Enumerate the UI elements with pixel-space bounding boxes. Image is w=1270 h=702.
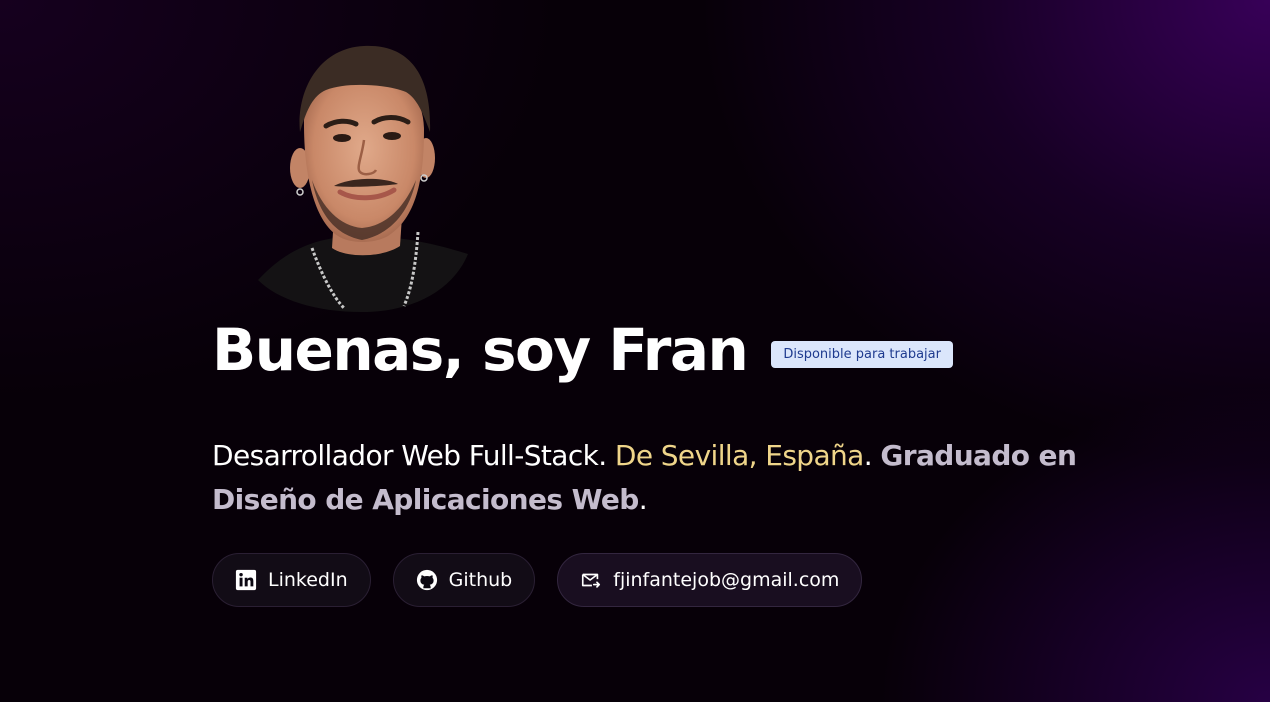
subtitle-role: Desarrollador Web Full-Stack.: [212, 439, 607, 472]
avatar-photo: [258, 45, 468, 312]
linkedin-link[interactable]: LinkedIn: [212, 553, 371, 607]
page-title: Buenas, soy Fran: [212, 316, 749, 384]
avatar: [256, 40, 468, 312]
subtitle-period: .: [863, 439, 873, 472]
linkedin-label: LinkedIn: [268, 569, 348, 591]
email-label: fjinfantejob@gmail.com: [613, 569, 840, 591]
linkedin-icon: [235, 569, 257, 591]
github-label: Github: [448, 569, 513, 591]
subtitle-period-end: .: [638, 483, 648, 516]
status-badge: Disponible para trabajar: [771, 340, 953, 368]
subtitle-location: De Sevilla, España: [614, 439, 864, 472]
github-icon: [416, 569, 438, 591]
social-links: LinkedIn Github fjinfantejob@gmail.com: [212, 553, 863, 607]
title-row: Buenas, soy Fran Disponible para trabaja…: [212, 314, 953, 386]
github-link[interactable]: Github: [392, 553, 536, 607]
mail-icon: [580, 569, 602, 591]
email-link[interactable]: fjinfantejob@gmail.com: [557, 553, 863, 607]
subtitle: Desarrollador Web Full-Stack. De Sevilla…: [212, 434, 1132, 522]
